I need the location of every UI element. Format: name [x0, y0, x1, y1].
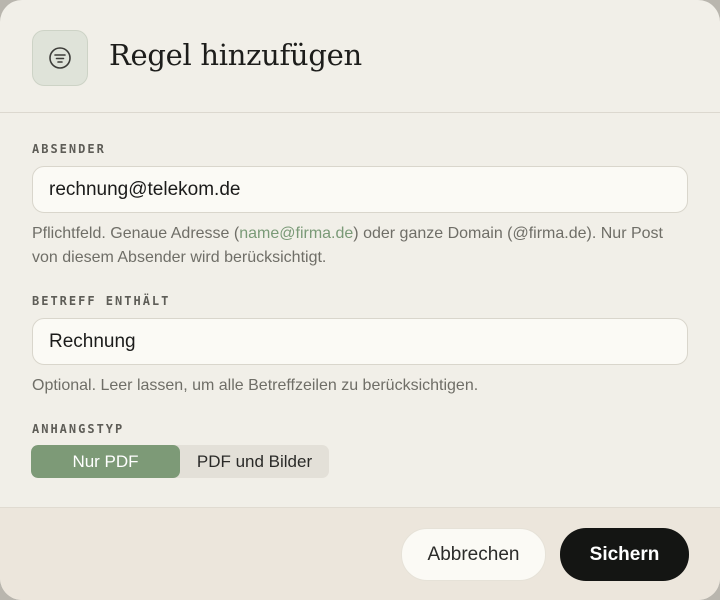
dialog-footer: Abbrechen Sichern: [0, 507, 720, 600]
filter-icon: [32, 30, 88, 86]
subject-input[interactable]: [32, 318, 688, 365]
dialog-header: Regel hinzufügen: [0, 0, 720, 113]
sender-hint-example: name@firma.de: [239, 225, 354, 242]
dialog-title: Regel hinzufügen: [109, 38, 362, 72]
attachment-type-selector: Nur PDF PDF und Bilder: [31, 445, 329, 478]
subject-hint: Optional. Leer lassen, um alle Betreffze…: [32, 377, 479, 394]
attachment-type-label: ANHANGSTYP: [32, 422, 125, 436]
sender-hint: Pflichtfeld. Genaue Adresse (name@firma.…: [32, 222, 692, 270]
add-rule-dialog: Regel hinzufügen ABSENDER Pflichtfeld. G…: [0, 0, 720, 600]
sender-input[interactable]: [32, 166, 688, 213]
option-pdf-and-images[interactable]: PDF und Bilder: [180, 445, 329, 478]
sender-hint-start: Pflichtfeld. Genaue Adresse (: [32, 225, 240, 242]
subject-label: BETREFF ENTHÄLT: [32, 294, 171, 308]
option-pdf-only[interactable]: Nur PDF: [31, 445, 180, 478]
sender-label: ABSENDER: [32, 142, 106, 156]
save-button[interactable]: Sichern: [560, 528, 689, 581]
cancel-button[interactable]: Abbrechen: [401, 528, 546, 581]
